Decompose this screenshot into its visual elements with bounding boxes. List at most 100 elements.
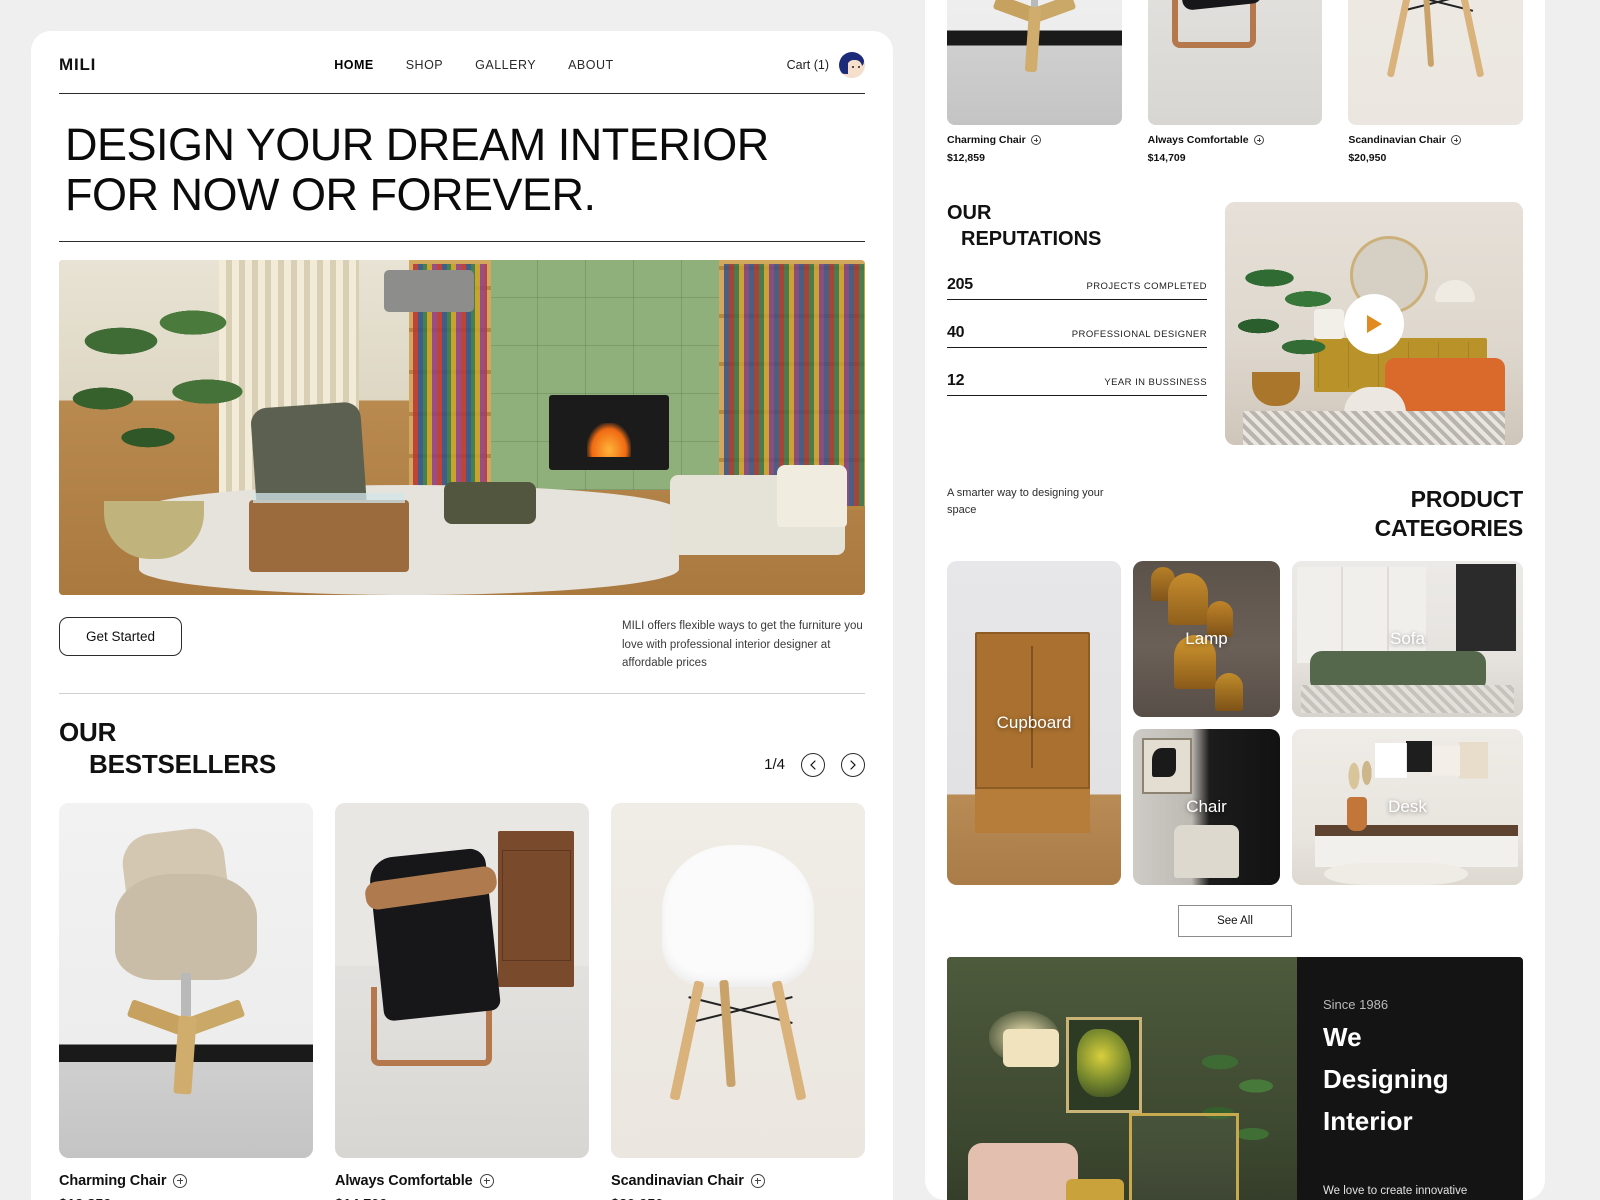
hero-divider bbox=[59, 241, 865, 242]
bestsellers-title: OUR BESTSELLERS bbox=[59, 716, 276, 781]
product-card[interactable]: Charming Chair $12,859 bbox=[59, 802, 313, 1200]
reputations-title-line1: OUR bbox=[947, 202, 992, 224]
carousel-controls: 1/4 bbox=[764, 752, 865, 781]
promo-heading-line3: Interior bbox=[1323, 1105, 1413, 1136]
scene-stool bbox=[1066, 1178, 1124, 1200]
avatar-hair-side bbox=[839, 58, 848, 74]
chair-leg-c bbox=[719, 980, 736, 1088]
promo-banner: Since 1986 We Designing Interior We love… bbox=[947, 956, 1523, 1200]
product-name-row: Charming Chair bbox=[59, 1158, 313, 1189]
category-grid: Cupboard Lamp Sofa Chair Desk bbox=[947, 543, 1523, 885]
scene-desk-top bbox=[1315, 825, 1519, 837]
plus-circle-icon[interactable] bbox=[750, 1173, 765, 1188]
scene-cabinet bbox=[497, 831, 574, 988]
product-card[interactable]: Scandinavian Chair $20,950 bbox=[1348, 0, 1523, 164]
category-label: Sofa bbox=[1390, 628, 1425, 648]
brand-logo[interactable]: MILI bbox=[59, 55, 96, 75]
nav-link-home[interactable]: HOME bbox=[334, 58, 374, 72]
category-tile-cupboard[interactable]: Cupboard bbox=[947, 560, 1121, 885]
category-label: Lamp bbox=[1185, 628, 1228, 648]
categories-title-line2: CATEGORIES bbox=[1374, 514, 1524, 541]
top-navigation-bar: MILI HOME SHOP GALLERY ABOUT Cart (1) bbox=[59, 31, 865, 93]
categories-title-line1: PRODUCT bbox=[1410, 486, 1524, 512]
category-tile-sofa[interactable]: Sofa bbox=[1292, 560, 1523, 717]
cart-button[interactable]: Cart (1) bbox=[787, 58, 829, 72]
category-label: Desk bbox=[1388, 796, 1427, 816]
plus-circle-icon[interactable] bbox=[1253, 135, 1264, 145]
categories-title: PRODUCT CATEGORIES bbox=[1374, 485, 1524, 543]
scene-armchair bbox=[968, 1142, 1078, 1200]
scandinavian-chair-scene bbox=[1348, 0, 1523, 125]
page-root: MILI HOME SHOP GALLERY ABOUT Cart (1) DE… bbox=[0, 0, 1600, 1200]
reputations-section: OUR REPUTATIONS 205 PROJECTS COMPLETED 4… bbox=[947, 164, 1523, 445]
carousel-page-indicator: 1/4 bbox=[764, 756, 785, 774]
hero-ottoman bbox=[444, 482, 536, 524]
chair-leg-a bbox=[669, 980, 705, 1101]
product-name: Charming Chair bbox=[59, 1172, 167, 1189]
category-tile-desk[interactable]: Desk bbox=[1292, 728, 1523, 885]
video-thumbnail[interactable] bbox=[1225, 202, 1523, 445]
scene-floor-lamp bbox=[1435, 279, 1476, 302]
product-price: $12,859 bbox=[59, 1189, 313, 1200]
product-name-row: Scandinavian Chair bbox=[1348, 125, 1523, 146]
plus-circle-icon[interactable] bbox=[173, 1173, 188, 1188]
avatar-eye-right bbox=[858, 66, 860, 68]
promo-heading: We Designing Interior bbox=[1323, 1012, 1497, 1142]
bestsellers-product-grid: Charming Chair $12,859 Always Com bbox=[59, 797, 865, 1200]
play-triangle-icon[interactable] bbox=[1344, 293, 1404, 354]
product-image bbox=[947, 0, 1122, 125]
scene-wall-art bbox=[1141, 737, 1192, 795]
product-image bbox=[59, 802, 313, 1158]
stat-value: 40 bbox=[947, 324, 965, 341]
category-label: Chair bbox=[1186, 796, 1227, 816]
product-card[interactable]: Always Comfortable $14,709 bbox=[1147, 0, 1323, 164]
always-comfortable-scene bbox=[335, 802, 589, 1158]
charming-chair-scene bbox=[947, 0, 1122, 125]
chair-leg-front bbox=[1025, 6, 1042, 73]
product-card[interactable]: Charming Chair $12,859 bbox=[947, 0, 1122, 164]
scene-framed-art bbox=[1066, 1016, 1142, 1113]
plus-circle-icon[interactable] bbox=[1030, 135, 1041, 145]
stat-year-in-business: 12 YEAR IN BUSSINESS bbox=[947, 348, 1207, 396]
scene-bar-cart bbox=[1129, 1112, 1239, 1200]
chevron-left-icon[interactable] bbox=[801, 752, 825, 777]
left-panel: MILI HOME SHOP GALLERY ABOUT Cart (1) DE… bbox=[31, 31, 893, 1200]
user-avatar-icon[interactable] bbox=[839, 52, 865, 78]
stat-value: 12 bbox=[947, 372, 965, 389]
hero-pendant-lamp bbox=[384, 270, 474, 312]
nav-link-gallery[interactable]: GALLERY bbox=[475, 58, 536, 72]
promo-scene bbox=[947, 956, 1297, 1200]
always-comfortable-scene bbox=[1147, 0, 1323, 125]
avatar-face bbox=[847, 60, 862, 76]
hero-floor-lamp bbox=[777, 465, 847, 527]
product-price: $12,859 bbox=[947, 152, 985, 164]
right-product-grid: Charming Chair $12,859 Always Comfortabl… bbox=[947, 0, 1523, 164]
bestsellers-title-line2: BESTSELLERS bbox=[89, 749, 277, 780]
chevron-right-icon[interactable] bbox=[841, 752, 865, 777]
product-card[interactable]: Scandinavian Chair $20,950 bbox=[611, 802, 865, 1200]
scene-wall-panel bbox=[1296, 566, 1426, 664]
chair-leg-b bbox=[1456, 0, 1485, 78]
plus-circle-icon[interactable] bbox=[1450, 135, 1461, 145]
right-panel: Charming Chair $12,859 Always Comfortabl… bbox=[925, 0, 1545, 1200]
promo-heading-line1: We bbox=[1323, 1021, 1362, 1052]
category-tile-lamp[interactable]: Lamp bbox=[1133, 560, 1280, 717]
product-name: Scandinavian Chair bbox=[611, 1172, 744, 1189]
category-tile-chair[interactable]: Chair bbox=[1133, 728, 1280, 885]
product-image bbox=[335, 802, 589, 1158]
product-card[interactable]: Always Comfortable $14,709 bbox=[335, 802, 589, 1200]
nav-link-about[interactable]: ABOUT bbox=[568, 58, 614, 72]
charming-chair-scene bbox=[59, 802, 313, 1158]
product-name-row: Always Comfortable bbox=[1148, 125, 1323, 146]
see-all-button[interactable]: See All bbox=[1178, 904, 1292, 937]
scene-rug bbox=[1242, 411, 1506, 445]
stat-label: YEAR IN BUSSINESS bbox=[1104, 377, 1207, 388]
hero-coffee-table bbox=[249, 493, 409, 572]
product-name: Always Comfortable bbox=[1147, 134, 1249, 146]
product-categories-header: A smarter way to designing your space PR… bbox=[947, 445, 1523, 543]
stat-projects-completed: 205 PROJECTS COMPLETED bbox=[947, 252, 1207, 300]
nav-link-shop[interactable]: SHOP bbox=[406, 58, 443, 72]
plus-circle-icon[interactable] bbox=[479, 1173, 494, 1188]
get-started-button[interactable]: Get Started bbox=[59, 617, 183, 656]
stat-label: PROJECTS COMPLETED bbox=[1086, 281, 1207, 292]
